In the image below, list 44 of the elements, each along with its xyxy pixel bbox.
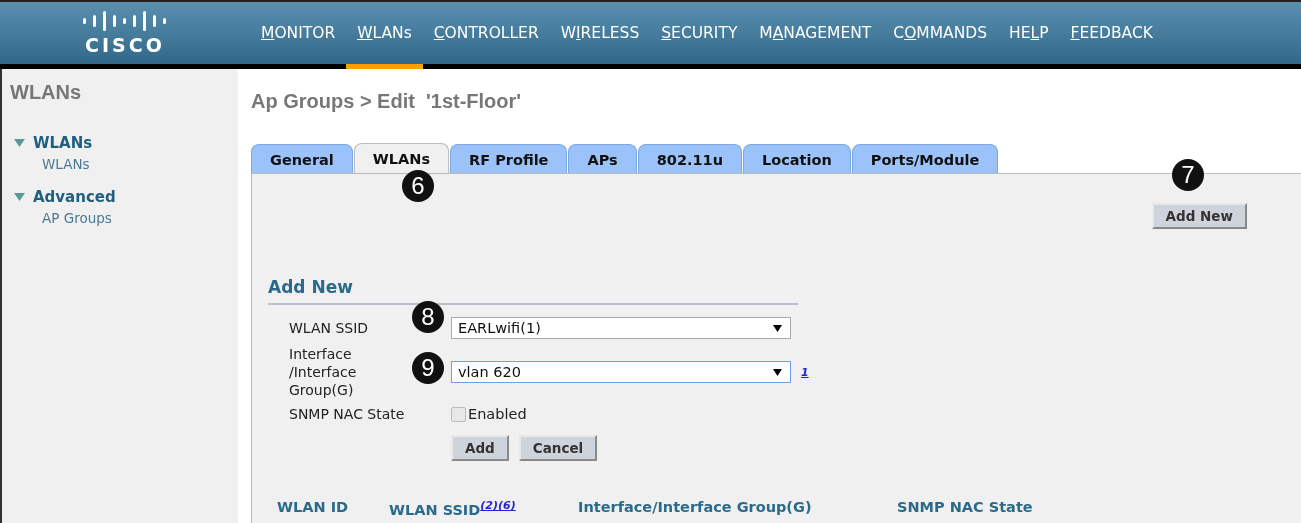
nav-menu-item[interactable]: MONITOR (250, 2, 347, 69)
tab[interactable]: Ports/Module (851, 144, 999, 174)
nav-menu-item[interactable]: SECURITY (650, 2, 749, 69)
tab[interactable]: Location (743, 144, 851, 174)
column-header: SNMP NAC State (893, 499, 1097, 523)
page-title: Ap Groups > Edit '1st-Floor' (251, 90, 523, 113)
tab[interactable]: RF Profile (450, 144, 568, 174)
tab[interactable]: APs (568, 144, 637, 174)
field-label: Interface /Interface Group(G) (289, 345, 358, 399)
sidebar-section[interactable]: WLANs (14, 134, 238, 152)
field-label: WLAN SSID (289, 319, 370, 337)
checkbox-label: Enabled (468, 406, 527, 422)
column-header: WLAN ID (273, 499, 385, 523)
nav-menu-item[interactable]: CONTROLLER (422, 2, 550, 69)
nav-menu-item[interactable]: WIRELESS (549, 2, 651, 69)
nav-menu-item[interactable]: WLANs (346, 2, 423, 69)
caret-icon (773, 368, 782, 376)
caret-icon (773, 324, 782, 332)
form-button[interactable]: Cancel (518, 435, 598, 461)
column-header: WLAN SSID$^{(2)(6)}$ (385, 499, 574, 523)
sidebar-section[interactable]: Advanced (14, 188, 238, 206)
sidebar-link[interactable]: AP Groups (42, 210, 238, 226)
interface-select[interactable]: vlan 620 (451, 361, 791, 383)
logo-text: CISCO (85, 34, 165, 56)
sidebar-title: WLANs (10, 81, 83, 104)
nav-menu-item[interactable]: HELP (998, 2, 1060, 69)
form-button[interactable]: Add (451, 435, 509, 461)
bars-icon (81, 10, 169, 32)
sidebar-link[interactable]: WLANs (42, 156, 238, 172)
footnote-link[interactable]: (2)(6) (480, 499, 516, 512)
tab[interactable]: General (251, 144, 353, 174)
add-new-button[interactable]: Add New (1151, 203, 1247, 229)
tab[interactable]: 802.11u (637, 144, 742, 174)
nav-menu-item[interactable]: FEEDBACK (1059, 2, 1164, 69)
callout-badge: 7 (1172, 159, 1204, 191)
nav-menu-item[interactable]: COMMANDS (882, 2, 999, 69)
tab[interactable]: WLANs (353, 143, 450, 174)
wlan-ssid-select[interactable]: EARLwifi(1) (451, 317, 791, 339)
field-label: SNMP NAC State (289, 405, 406, 423)
checkbox[interactable] (451, 407, 466, 422)
column-header: Interface/Interface Group(G) (574, 499, 893, 523)
footnote-link[interactable]: 1 (801, 365, 809, 379)
section-title: Add New (268, 277, 798, 305)
nav-menu-item[interactable]: MANAGEMENT (748, 2, 883, 69)
